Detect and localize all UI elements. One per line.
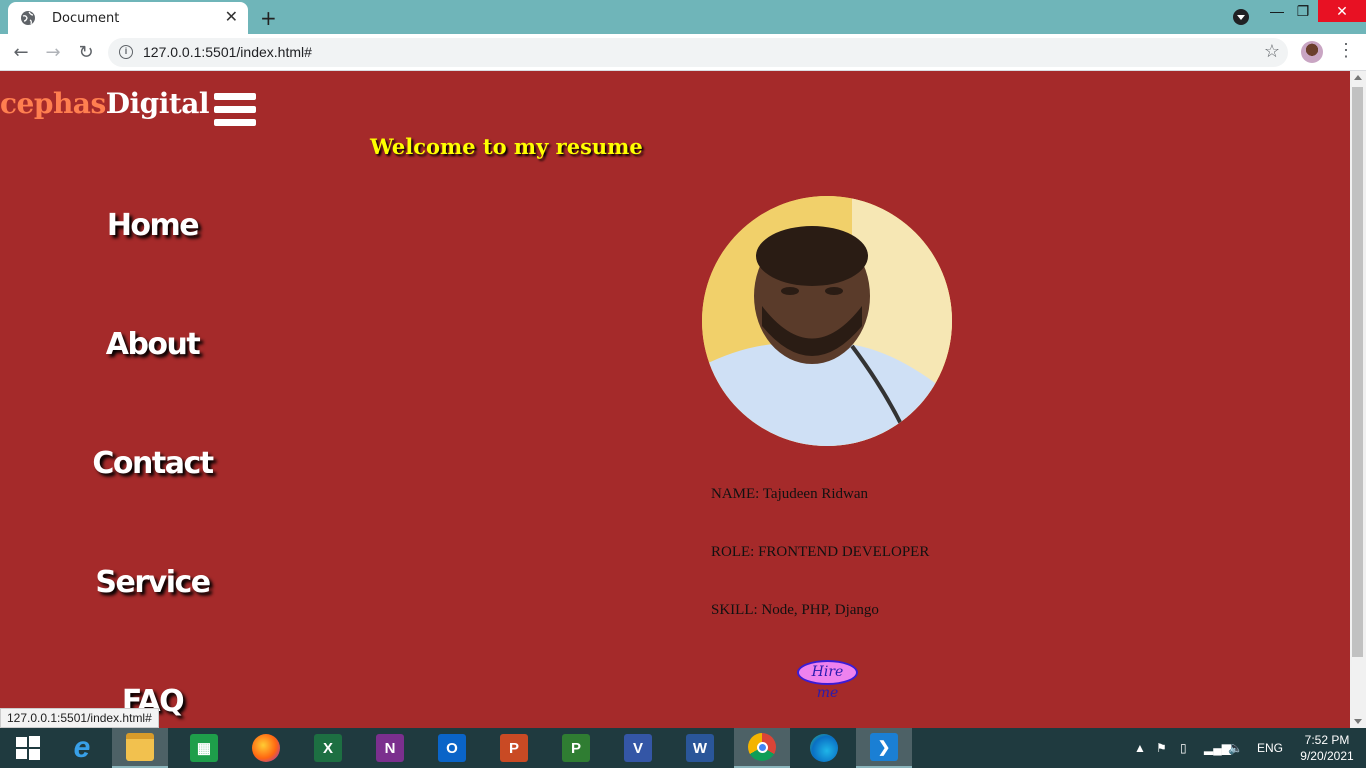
project-icon[interactable]: P	[548, 728, 604, 768]
scroll-up-icon[interactable]	[1354, 75, 1362, 80]
profile-role: ROLE: FRONTEND DEVELOPER	[711, 544, 930, 560]
browser-tabstrip: Document ✕ + — ❐ ✕	[0, 0, 1366, 34]
link-status-bar: 127.0.0.1:5501/index.html#	[0, 708, 159, 728]
globe-icon	[21, 11, 35, 25]
scroll-down-icon[interactable]	[1354, 719, 1362, 724]
menu-kebab-icon[interactable]: ⋮	[1337, 40, 1355, 61]
browser-tab[interactable]: Document ✕	[8, 2, 248, 34]
vscode-icon[interactable]: ❯	[856, 728, 912, 768]
tab-close-icon[interactable]: ✕	[225, 9, 238, 27]
nav-service[interactable]: Service	[0, 558, 305, 677]
logo-part-cephas: cephas	[0, 87, 106, 120]
tray-network-icon[interactable]: ▂▄▆	[1204, 728, 1231, 768]
start-icon[interactable]	[0, 728, 56, 768]
onenote-icon[interactable]: N	[362, 728, 418, 768]
site-info-icon[interactable]: i	[119, 45, 133, 59]
new-tab-button[interactable]: +	[260, 6, 277, 30]
hire-me-button[interactable]: Hire me	[797, 660, 858, 701]
browser-toolbar: ← → ↻ i 127.0.0.1:5501/index.html# ☆ ⋮	[0, 34, 1366, 71]
profile-name: NAME: Tajudeen Ridwan	[711, 486, 868, 502]
url-text[interactable]: 127.0.0.1:5501/index.html#	[143, 44, 312, 60]
logo-part-digital: Digital	[105, 87, 210, 120]
reload-icon[interactable]: ↻	[76, 42, 96, 63]
tray-flag-icon[interactable]: ⚑	[1156, 728, 1167, 768]
tab-search-icon[interactable]	[1233, 9, 1249, 25]
windows-taskbar: e ▦ X N O P P V W ❯ ▲ ⚑ ▯ ▂▄▆ 🔈 ENG 7:52…	[0, 728, 1366, 768]
internet-explorer-icon[interactable]: e	[54, 728, 110, 768]
tray-volume-icon[interactable]: 🔈	[1228, 728, 1243, 768]
system-clock[interactable]: 7:52 PM 9/20/2021	[1296, 732, 1358, 764]
page-scrollbar[interactable]	[1350, 71, 1366, 728]
clock-date: 9/20/2021	[1300, 749, 1354, 763]
forward-icon[interactable]: →	[43, 42, 63, 63]
side-navigation: Home About Contact Service FAQ	[0, 201, 305, 728]
powerpoint-icon[interactable]: P	[486, 728, 542, 768]
profile-avatar[interactable]	[1301, 41, 1323, 63]
clock-time: 7:52 PM	[1304, 733, 1350, 747]
back-icon[interactable]: ←	[11, 42, 31, 63]
edge-icon[interactable]	[796, 728, 852, 768]
chrome-icon[interactable]	[734, 728, 790, 768]
bookmark-star-icon[interactable]: ☆	[1264, 41, 1280, 62]
welcome-heading: Welcome to my resume	[370, 134, 643, 159]
outlook-icon[interactable]: O	[424, 728, 480, 768]
tray-expand-icon[interactable]: ▲	[1134, 728, 1146, 768]
address-bar[interactable]: i 127.0.0.1:5501/index.html# ☆	[108, 38, 1288, 67]
firefox-icon[interactable]	[238, 728, 294, 768]
tab-title: Document	[52, 10, 120, 26]
close-window-button[interactable]: ✕	[1318, 0, 1366, 22]
word-icon[interactable]: W	[672, 728, 728, 768]
visio-icon[interactable]: V	[610, 728, 666, 768]
nav-contact[interactable]: Contact	[0, 439, 305, 558]
site-logo[interactable]: cephasDigital	[0, 87, 210, 120]
language-indicator[interactable]: ENG	[1257, 728, 1283, 768]
profile-skill: SKILL: Node, PHP, Django	[711, 602, 879, 618]
scrollbar-thumb[interactable]	[1352, 87, 1363, 657]
nav-home[interactable]: Home	[0, 201, 305, 320]
hamburger-menu-icon[interactable]	[214, 93, 256, 129]
excel-icon[interactable]: X	[300, 728, 356, 768]
profile-photo	[702, 196, 952, 446]
tray-battery-icon[interactable]: ▯	[1180, 728, 1187, 768]
file-explorer-icon[interactable]	[112, 728, 168, 768]
store-icon[interactable]: ▦	[176, 728, 232, 768]
page-viewport: cephasDigital Welcome to my resume Home …	[0, 71, 1350, 728]
nav-about[interactable]: About	[0, 320, 305, 439]
